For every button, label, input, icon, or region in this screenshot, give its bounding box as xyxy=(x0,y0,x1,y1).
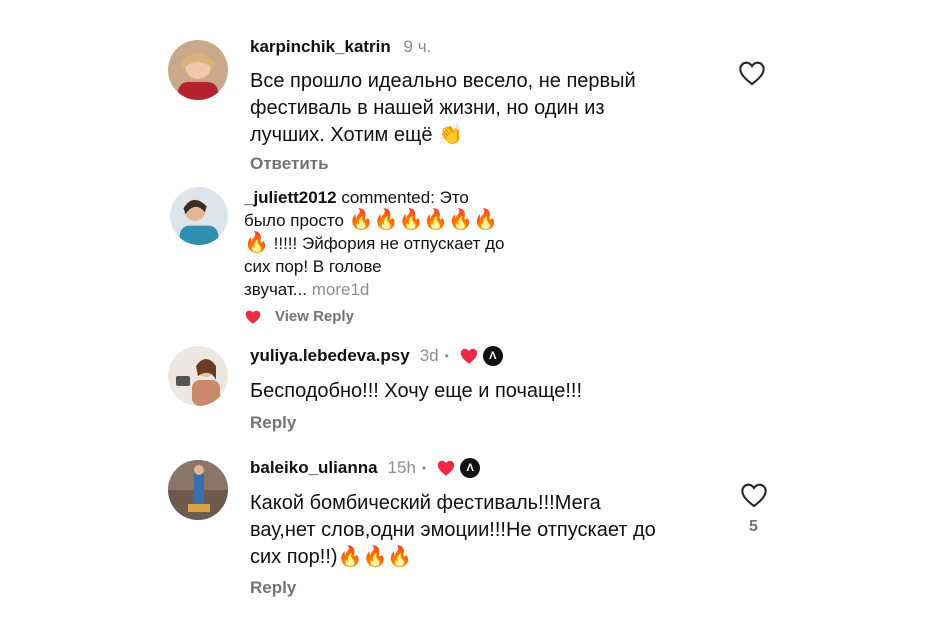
comment-header: karpinchik_katrin 9 ч. xyxy=(250,37,431,57)
fire-emoji: 🔥 xyxy=(473,209,499,231)
username[interactable]: yuliya.lebedeva.psy xyxy=(250,346,410,366)
comment-text: _juliett2012 commented: Это было просто … xyxy=(244,186,505,301)
commented-label: commented: Это xyxy=(341,188,469,207)
avatar-photo xyxy=(168,460,228,520)
clapping-emoji: 👏 xyxy=(438,124,464,146)
creator-liked-heart-icon xyxy=(460,348,478,364)
avatar-photo xyxy=(168,346,228,406)
comment-line: звучат... more1d xyxy=(244,278,505,301)
comment-line: лучших. Хотим ещё 👏 xyxy=(250,122,636,149)
comment-line: Все прошло идеально весело, не первый xyxy=(250,70,636,92)
fire-emoji: 🔥 xyxy=(337,546,363,568)
creator-logo-icon: Λ xyxy=(482,346,503,366)
reply-button[interactable]: Ответить xyxy=(250,154,329,174)
comment-line-text: лучших. Хотим ещё xyxy=(250,124,433,146)
avatar-photo xyxy=(168,40,228,100)
separator-dot: • xyxy=(421,461,427,475)
comment-line-text: звучат... xyxy=(244,280,307,299)
comment-text: Все прошло идеально весело, не первый фе… xyxy=(250,68,636,149)
like-heart-icon[interactable] xyxy=(740,482,768,513)
reply-button[interactable]: Reply xyxy=(250,413,296,433)
username[interactable]: baleiko_ulianna xyxy=(250,458,378,478)
avatar[interactable] xyxy=(168,40,228,100)
comment-header: baleiko_ulianna 15h • Λ xyxy=(250,458,481,478)
timestamp: 15h xyxy=(387,458,416,477)
avatar[interactable] xyxy=(168,346,228,406)
liked-heart-icon[interactable] xyxy=(244,309,262,325)
comment-header: yuliya.lebedeva.psy 3d • Λ xyxy=(250,346,503,366)
reply-button[interactable]: Reply xyxy=(250,578,296,598)
fire-emoji: 🔥 xyxy=(448,209,474,231)
comment-line-text: !!!!! Эйфория не отпускает до xyxy=(273,234,505,253)
comment-text: Бесподобно!!! Хочу еще и почаще!!! xyxy=(250,378,582,405)
comment-text: Какой бомбический фестиваль!!!Мега вау,н… xyxy=(250,490,656,571)
comment-line-text: было просто xyxy=(244,211,344,230)
fire-emoji: 🔥 xyxy=(398,209,424,231)
fire-emoji: 🔥 xyxy=(348,209,374,231)
creator-liked-heart-icon xyxy=(437,460,455,476)
comment-line: Бесподобно!!! Хочу еще и почаще!!! xyxy=(250,380,583,402)
timestamp: 1d xyxy=(350,280,370,299)
timestamp: 3d xyxy=(419,346,439,365)
avatar-photo xyxy=(170,187,228,245)
comment-line: сих пор! В голове xyxy=(244,257,382,276)
reply-row: View Reply xyxy=(244,308,354,325)
fire-emoji: 🔥 xyxy=(423,209,449,231)
fire-emoji: 🔥 xyxy=(362,546,388,568)
like-count: 5 xyxy=(749,518,758,535)
creator-logo-icon: Λ xyxy=(460,458,481,478)
fire-emoji: 🔥 xyxy=(244,232,269,254)
comment-line: _juliett2012 commented: Это xyxy=(244,186,505,209)
username[interactable]: _juliett2012 xyxy=(244,188,337,207)
timestamp: 9 ч. xyxy=(403,37,432,56)
view-reply-button[interactable]: View Reply xyxy=(275,308,354,325)
fire-emoji: 🔥 xyxy=(373,209,399,231)
comment-line: Какой бомбический фестиваль!!!Мега xyxy=(250,492,601,514)
avatar[interactable] xyxy=(170,187,228,245)
separator-dot: • xyxy=(444,349,449,363)
comment-line: вау,нет слов,одни эмоции!!!Не отпускает … xyxy=(250,519,656,541)
avatar[interactable] xyxy=(168,460,228,520)
comment-line: фестиваль в нашей жизни, но один из xyxy=(250,97,605,119)
more-link[interactable]: more xyxy=(312,280,351,299)
comment-line: сих пор!!)🔥🔥🔥 xyxy=(250,544,656,571)
comment-line: было просто 🔥🔥🔥🔥🔥🔥 xyxy=(244,209,505,232)
like-heart-icon[interactable] xyxy=(738,60,766,91)
comment-line-text: сих пор!!) xyxy=(250,546,338,568)
comment-line: 🔥 !!!!! Эйфория не отпускает до xyxy=(244,232,505,255)
username[interactable]: karpinchik_katrin xyxy=(250,37,391,56)
fire-emoji: 🔥 xyxy=(387,546,413,568)
